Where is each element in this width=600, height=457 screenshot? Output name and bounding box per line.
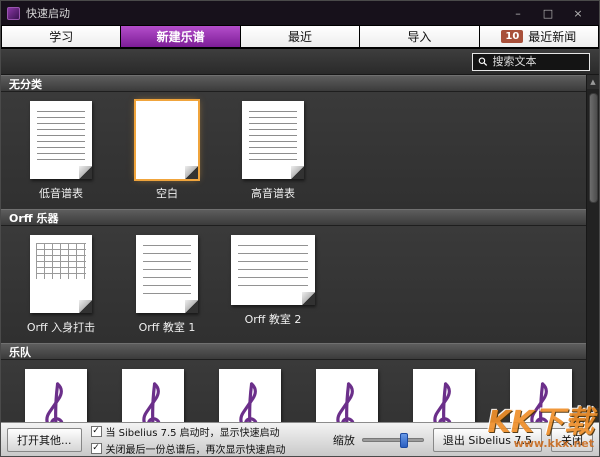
score-thumbnail: [231, 235, 315, 305]
template-card-bass-staff[interactable]: 低音谱表: [15, 101, 107, 201]
tab-new-score[interactable]: 新建乐谱: [121, 25, 240, 48]
search-row: [1, 49, 599, 75]
score-thumbnail: [413, 369, 475, 422]
tab-recent-label: 最近: [288, 28, 312, 45]
vertical-scrollbar[interactable]: ▲ ▼: [586, 75, 599, 422]
show-after-close-checkbox[interactable]: [91, 443, 102, 454]
treble-clef-icon: [122, 369, 184, 422]
score-thumbnail: [30, 235, 92, 313]
show-on-launch-checkbox[interactable]: [91, 426, 102, 437]
tab-news-label: 最近新闻: [528, 28, 576, 45]
search-input[interactable]: [493, 55, 585, 68]
staff-lines-graphic: [249, 111, 297, 163]
section-title: 乐队: [9, 344, 31, 360]
score-thumbnail: [316, 369, 378, 422]
template-card-band[interactable]: [209, 369, 292, 422]
section-header-orff: Orff 乐器: [1, 209, 586, 226]
template-card-band[interactable]: [499, 369, 582, 422]
zoom-slider[interactable]: [362, 438, 424, 442]
close-button[interactable]: ×: [563, 2, 593, 24]
template-card-orff-percussion[interactable]: Orff 入身打击: [15, 235, 107, 335]
scroll-up-arrow[interactable]: ▲: [587, 75, 600, 89]
tab-import-label: 导入: [407, 28, 431, 45]
template-card-orff-classroom-2[interactable]: Orff 教室 2: [227, 235, 319, 327]
show-on-launch-label: 当 Sibelius 7.5 启动时，显示快速启动: [106, 424, 280, 439]
score-thumbnail: [30, 101, 92, 179]
score-thumbnail: [136, 101, 198, 179]
template-browser: 无分类 低音谱表 空白 高音谱表 Orff 乐器: [1, 75, 599, 422]
quit-sibelius-button[interactable]: 退出 Sibelius 7.5: [433, 428, 542, 452]
tab-import[interactable]: 导入: [360, 25, 479, 48]
titlebar: 快速启动 – □ ×: [1, 1, 599, 25]
staff-lines-graphic: [143, 245, 191, 297]
score-thumbnail: [136, 235, 198, 313]
app-icon: [7, 7, 20, 20]
tab-learn[interactable]: 学习: [1, 25, 121, 48]
template-card-orff-classroom-1[interactable]: Orff 教室 1: [121, 235, 213, 335]
template-card-band[interactable]: [305, 369, 388, 422]
show-on-launch-option[interactable]: 当 Sibelius 7.5 启动时，显示快速启动: [91, 424, 286, 439]
template-sections: 无分类 低音谱表 空白 高音谱表 Orff 乐器: [1, 75, 586, 422]
section-title: Orff 乐器: [9, 210, 59, 226]
tab-learn-label: 学习: [49, 28, 73, 45]
treble-clef-icon: [413, 369, 475, 422]
window-title: 快速启动: [26, 5, 70, 21]
search-box[interactable]: [472, 53, 590, 71]
zoom-slider-thumb[interactable]: [400, 433, 408, 448]
card-label: 空白: [156, 185, 178, 201]
template-card-band[interactable]: [402, 369, 485, 422]
treble-clef-icon: [510, 369, 572, 422]
section-title: 无分类: [9, 76, 42, 92]
card-label: Orff 入身打击: [27, 319, 95, 335]
section-header-band: 乐队: [1, 343, 586, 360]
template-card-treble-staff[interactable]: 高音谱表: [227, 101, 319, 201]
zoom-label: 缩放: [333, 432, 355, 448]
show-after-close-option[interactable]: 关闭最后一份总谱后，再次显示快速启动: [91, 441, 286, 456]
card-label: 高音谱表: [251, 185, 295, 201]
section-header-uncategorized: 无分类: [1, 75, 586, 92]
close-dialog-button[interactable]: 关闭: [551, 428, 593, 452]
news-count-badge: 10: [501, 30, 523, 43]
tab-news[interactable]: 10 最近新闻: [480, 25, 599, 48]
template-card-blank[interactable]: 空白: [121, 101, 213, 201]
score-thumbnail: [510, 369, 572, 422]
card-row-band: [1, 360, 586, 422]
quick-start-window: 快速启动 – □ × 学习 新建乐谱 最近 导入 10 最近新闻 无分类: [0, 0, 600, 457]
tab-new-score-label: 新建乐谱: [157, 28, 205, 45]
startup-options: 当 Sibelius 7.5 启动时，显示快速启动 关闭最后一份总谱后，再次显示…: [91, 424, 286, 456]
tab-bar: 学习 新建乐谱 最近 导入 10 最近新闻: [1, 25, 599, 49]
card-row-orff: Orff 入身打击 Orff 教室 1 Orff 教室 2: [1, 226, 586, 343]
show-after-close-label: 关闭最后一份总谱后，再次显示快速启动: [106, 441, 286, 456]
card-label: 低音谱表: [39, 185, 83, 201]
score-thumbnail: [122, 369, 184, 422]
template-card-band[interactable]: [112, 369, 195, 422]
score-thumbnail: [242, 101, 304, 179]
window-controls: – □ ×: [503, 2, 593, 24]
tab-recent[interactable]: 最近: [241, 25, 360, 48]
card-label: Orff 教室 2: [245, 311, 302, 327]
search-icon: [478, 56, 488, 67]
treble-clef-icon: [316, 369, 378, 422]
card-row-uncategorized: 低音谱表 空白 高音谱表: [1, 92, 586, 209]
treble-clef-icon: [219, 369, 281, 422]
score-thumbnail: [219, 369, 281, 422]
minimize-button[interactable]: –: [503, 2, 533, 24]
staff-lines-graphic: [238, 245, 308, 289]
zoom-control: 缩放: [333, 432, 424, 448]
scroll-down-arrow[interactable]: ▼: [587, 408, 600, 422]
staff-lines-graphic: [37, 111, 85, 163]
score-thumbnail: [25, 369, 87, 422]
scrollbar-thumb[interactable]: [589, 93, 598, 203]
maximize-button[interactable]: □: [533, 2, 563, 24]
tablature-grid-graphic: [36, 243, 86, 279]
treble-clef-icon: [25, 369, 87, 422]
card-label: Orff 教室 1: [139, 319, 196, 335]
open-other-button[interactable]: 打开其他...: [7, 428, 82, 452]
template-card-band[interactable]: [15, 369, 98, 422]
footer-bar: 打开其他... 当 Sibelius 7.5 启动时，显示快速启动 关闭最后一份…: [1, 422, 599, 456]
